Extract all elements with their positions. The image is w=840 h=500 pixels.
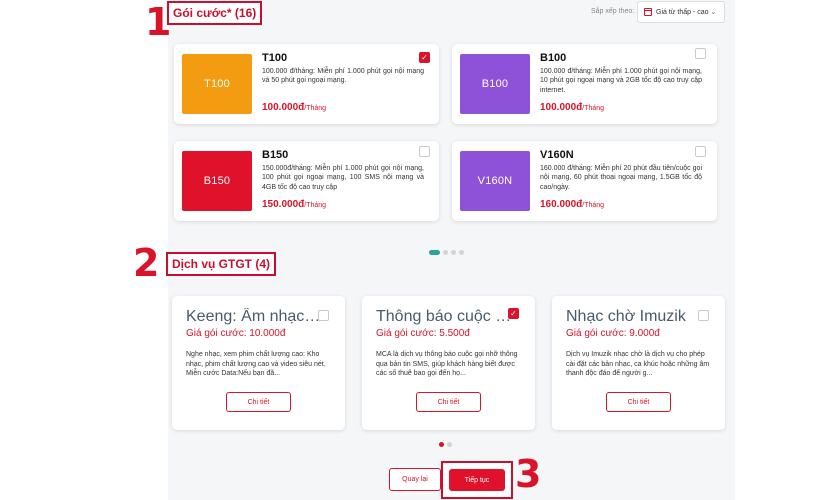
carousel-dot-active[interactable] (429, 250, 440, 255)
package-name: B150 (262, 149, 289, 161)
price-value: 150.000đ (262, 199, 305, 210)
package-name: B100 (540, 52, 567, 64)
price-unit: /Tháng (582, 105, 605, 112)
package-thumbnail: B150 (182, 151, 252, 211)
package-checkbox-checked[interactable]: ✓ (419, 52, 430, 63)
package-thumbnail: T100 (182, 54, 252, 114)
package-description: 100.000 đ/tháng: Miễn phí 1.000 phút gọi… (540, 68, 702, 94)
service-price: Giá gói cước: 5.500đ (376, 328, 470, 339)
package-checkbox[interactable] (695, 48, 706, 59)
package-checkbox[interactable] (695, 146, 706, 157)
carousel-dot[interactable] (451, 250, 456, 255)
price-unit: /Tháng (582, 202, 605, 209)
package-name: T100 (262, 52, 288, 64)
service-checkbox[interactable] (318, 310, 329, 321)
service-name: Keeng: Âm nhạc, phim, video (186, 308, 322, 325)
package-price: 160.000đ/Tháng (540, 199, 604, 210)
service-description: MCA là dịch vụ thông báo cuộc gọi nhỡ th… (376, 351, 518, 377)
service-checkbox[interactable] (698, 310, 709, 321)
services-carousel-dots (439, 442, 452, 447)
package-description: 160.000 đ/tháng: Miễn phí 20 phút đầu ti… (540, 165, 702, 191)
service-description: Dịch vụ Imuzik nhạc chờ là dịch vụ cho p… (566, 351, 710, 377)
packages-section-title: Gói cước* (16) (167, 1, 263, 25)
service-checkbox-checked[interactable]: ✓ (508, 308, 519, 319)
package-description: 150.000đ/tháng: Miễn phí 1.000 phút gọi … (262, 165, 424, 191)
price-unit: /Tháng (304, 105, 327, 112)
price-value: 160.000đ (540, 199, 583, 210)
package-price: 100.000đ/Tháng (262, 102, 326, 113)
detail-button[interactable]: Chi tiết (416, 392, 481, 412)
services-section-title: Dịch vụ GTGT (4) (166, 252, 277, 276)
price-unit: /Tháng (304, 202, 327, 209)
carousel-dot[interactable] (459, 250, 464, 255)
carousel-dot[interactable] (447, 442, 452, 447)
package-checkbox[interactable] (419, 146, 430, 157)
package-card-t100[interactable]: T100 T100 100.000 đ/tháng: Miễn phí 1.00… (174, 44, 439, 124)
package-card-b150[interactable]: B150 B150 150.000đ/tháng: Miễn phí 1.000… (174, 141, 439, 221)
price-value: 100.000đ (262, 102, 305, 113)
next-button-highlight: Tiếp tục (441, 461, 513, 499)
service-name: Nhạc chờ Imuzik (566, 308, 686, 325)
annotation-step-3: 3 (515, 452, 542, 496)
package-thumbnail: B100 (460, 54, 530, 114)
package-price: 100.000đ/Tháng (540, 102, 604, 113)
service-card-missed-call[interactable]: Thông báo cuộc gọi nhỡ Giá gói cước: 5.5… (362, 296, 535, 430)
next-button[interactable]: Tiếp tục (449, 469, 505, 491)
packages-carousel-dots (429, 250, 464, 255)
carousel-dot[interactable] (443, 250, 448, 255)
package-card-v160n[interactable]: V160N V160N 160.000 đ/tháng: Miễn phí 20… (452, 141, 717, 221)
chevron-down-icon: ⌄ (710, 9, 717, 16)
service-card-imuzik[interactable]: Nhạc chờ Imuzik Giá gói cước: 9.000đ Dịc… (552, 296, 725, 430)
service-price: Giá gói cước: 9.000đ (566, 328, 660, 339)
price-value: 100.000đ (540, 102, 583, 113)
carousel-dot-active[interactable] (439, 442, 444, 447)
annotation-step-2: 2 (133, 241, 160, 285)
package-thumbnail: V160N (460, 151, 530, 211)
package-name: V160N (540, 149, 574, 161)
service-name: Thông báo cuộc gọi nhỡ (376, 308, 512, 325)
sort-value: Giá từ thấp - cao (656, 8, 709, 16)
package-price: 150.000đ/Tháng (262, 199, 326, 210)
back-button[interactable]: Quay lại (389, 468, 441, 491)
sort-select[interactable]: Giá từ thấp - cao ⌄ (637, 1, 725, 23)
calendar-icon (644, 8, 652, 16)
package-card-b100[interactable]: B100 B100 100.000 đ/tháng: Miễn phí 1.00… (452, 44, 717, 124)
service-description: Nghe nhạc, xem phim chất lượng cao: Kho … (186, 351, 326, 377)
package-description: 100.000 đ/tháng: Miễn phí 1.000 phút gọi… (262, 68, 424, 85)
service-price: Giá gói cước: 10.000đ (186, 328, 286, 339)
sort-label: Sắp xếp theo: (591, 8, 635, 15)
detail-button[interactable]: Chi tiết (226, 392, 291, 412)
service-card-keeng[interactable]: Keeng: Âm nhạc, phim, video Giá gói cước… (172, 296, 345, 430)
detail-button[interactable]: Chi tiết (606, 392, 671, 412)
